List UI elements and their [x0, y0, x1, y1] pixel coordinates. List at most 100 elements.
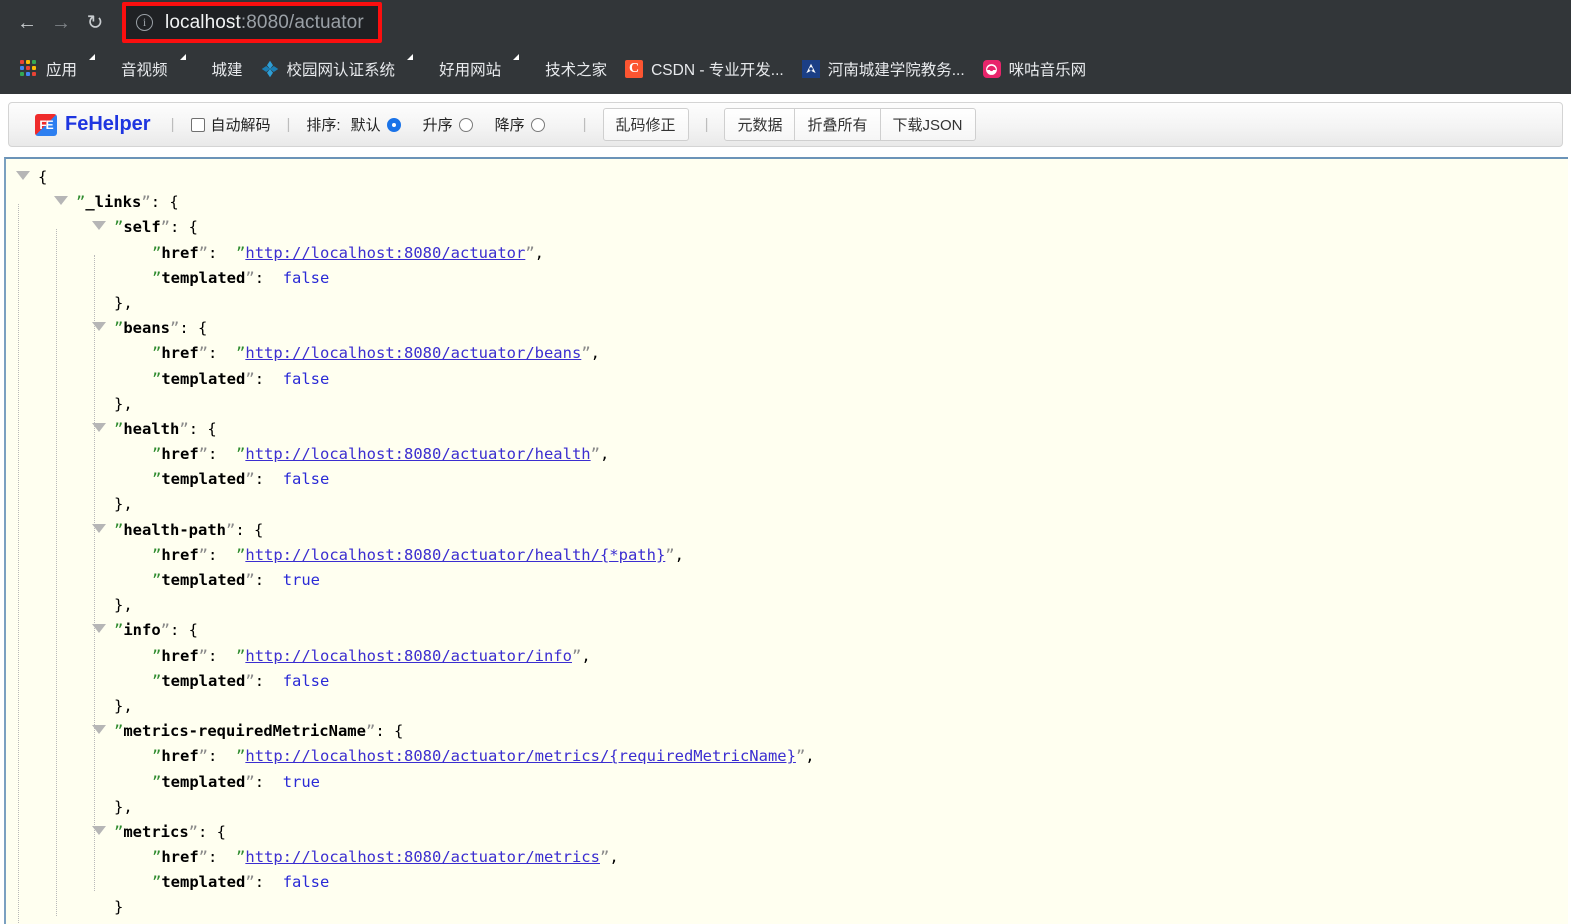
fehelper-toolbar: FE FeHelper | 自动解码 | 排序: 默认 升序 降序 | 乱码修正…	[8, 102, 1563, 147]
json-key: info	[123, 621, 161, 640]
json-key: href	[161, 747, 199, 766]
json-boolean-value: true	[282, 772, 321, 791]
metadata-button[interactable]: 元数据	[724, 108, 796, 141]
fehelper-logo-icon: FE	[35, 113, 57, 136]
collapse-triangle-icon[interactable]	[92, 518, 114, 543]
auto-decode-label: 自动解码	[210, 117, 271, 134]
collapse-triangle-icon[interactable]	[92, 417, 114, 442]
json-punctuation: },	[114, 394, 133, 413]
json-key: href	[161, 344, 199, 363]
collapse-triangle-icon[interactable]	[92, 316, 114, 341]
json-key: templated	[161, 369, 246, 388]
bookmark-item[interactable]: 好用网站	[405, 54, 509, 84]
fehelper-toolbar-container: FE FeHelper | 自动解码 | 排序: 默认 升序 降序 | 乱码修正…	[0, 94, 1571, 151]
json-line: }	[16, 895, 1568, 920]
radio-ascending-icon[interactable]	[458, 117, 473, 132]
bookmark-item[interactable]: C CSDN - 专业开发...	[617, 54, 792, 84]
site-info-icon[interactable]: i	[136, 14, 153, 31]
json-boolean-value: false	[282, 369, 330, 388]
json-line: ”templated”: false	[152, 671, 330, 690]
bookmark-item[interactable]: 音视频	[87, 54, 176, 84]
sort-option-default-label: 默认	[350, 117, 381, 134]
json-line: ”health”: {	[16, 417, 1568, 442]
sort-option-default[interactable]: 默认	[351, 114, 401, 135]
json-line: },	[16, 291, 1568, 316]
fix-garbled-button[interactable]: 乱码修正	[602, 108, 689, 141]
json-key: beans	[123, 319, 171, 338]
json-link-value[interactable]: http://localhost:8080/actuator/health	[245, 445, 590, 463]
radio-descending-icon[interactable]	[530, 117, 545, 132]
apps-grid-icon	[20, 60, 38, 78]
collapse-triangle-icon[interactable]	[92, 618, 114, 643]
json-key: href	[161, 646, 199, 665]
json-boolean-value: false	[282, 268, 330, 287]
fehelper-action-buttons: 元数据 折叠所有 下载JSON	[724, 108, 976, 141]
collapse-triangle-icon[interactable]	[16, 165, 38, 190]
collapse-triangle-icon[interactable]	[92, 719, 114, 744]
bookmark-item[interactable]: 咪咕音乐网	[975, 54, 1095, 84]
url-path: :8080/actuator	[240, 11, 364, 33]
bookmark-item[interactable]: 城建	[178, 54, 251, 84]
sort-option-descending-label: 降序	[494, 117, 525, 134]
bookmark-item[interactable]: 河南城建学院教务...	[794, 54, 973, 84]
folder-icon	[519, 60, 537, 78]
json-punctuation: }	[114, 898, 124, 917]
collapse-triangle-icon[interactable]	[92, 215, 114, 240]
json-line: }	[16, 921, 1568, 924]
bookmark-item[interactable]: 技术之家	[511, 54, 615, 84]
json-line: ”href”: ”http://localhost:8080/actuator”…	[152, 243, 545, 262]
json-viewer-panel[interactable]: {”_links”: {”self”: {”href”: ”http://loc…	[4, 157, 1568, 924]
json-key: metrics	[123, 822, 189, 841]
json-link-value[interactable]: http://localhost:8080/actuator	[245, 244, 525, 262]
json-key: self	[123, 218, 161, 237]
json-key: templated	[161, 268, 246, 287]
toolbar-divider-1: |	[170, 116, 175, 133]
json-link-value[interactable]: http://localhost:8080/actuator/metrics	[245, 848, 600, 866]
radio-default-icon[interactable]	[386, 117, 401, 132]
folder-icon	[186, 60, 204, 78]
checkbox-box[interactable]	[190, 117, 205, 132]
json-boolean-value: false	[282, 470, 330, 489]
json-key: templated	[161, 571, 246, 589]
folder-icon	[95, 60, 113, 78]
auto-decode-checkbox[interactable]: 自动解码	[190, 114, 271, 135]
json-link-value[interactable]: http://localhost:8080/actuator/metrics/{…	[245, 747, 796, 765]
sort-option-ascending[interactable]: 升序	[423, 114, 473, 135]
json-key: href	[161, 848, 199, 867]
json-link-value[interactable]: http://localhost:8080/actuator/health/{*…	[245, 546, 665, 564]
json-content: {”_links”: {”self”: {”href”: ”http://loc…	[6, 159, 1568, 924]
bookmark-item[interactable]: 应用	[12, 54, 85, 84]
address-bar[interactable]: i localhost:8080/actuator	[122, 2, 382, 43]
collapse-all-button[interactable]: 折叠所有	[795, 108, 881, 141]
bookmark-label: CSDN - 专业开发...	[651, 62, 784, 79]
migu-icon	[982, 60, 1001, 78]
url-host: localhost	[165, 11, 241, 33]
reload-icon[interactable]: ↻	[78, 6, 112, 40]
json-key: templated	[161, 470, 246, 489]
json-line: ”templated”: false	[152, 268, 330, 287]
sort-option-descending[interactable]: 降序	[495, 114, 545, 135]
toolbar-divider-3: |	[582, 116, 587, 133]
bookmark-label: 好用网站	[439, 62, 502, 79]
json-link-value[interactable]: http://localhost:8080/actuator/info	[245, 647, 572, 665]
json-line: ”href”: ”http://localhost:8080/actuator/…	[152, 545, 684, 564]
json-line: ”health-path”: {	[16, 518, 1568, 543]
json-line: ”templated”: false	[152, 369, 330, 388]
forward-icon[interactable]: →	[44, 6, 78, 40]
json-link-value[interactable]: http://localhost:8080/actuator/beans	[245, 344, 581, 362]
bookmark-item[interactable]: 校园网认证系统	[253, 54, 404, 84]
browser-chrome: ← → ↻ i localhost:8080/actuator	[0, 0, 1571, 45]
bookmark-label: 城建	[211, 62, 243, 79]
json-line: ”href”: ”http://localhost:8080/actuator/…	[152, 344, 600, 363]
json-line: ”href”: ”http://localhost:8080/actuator/…	[152, 848, 619, 867]
json-line: ”href”: ”http://localhost:8080/actuator/…	[152, 747, 815, 766]
back-icon[interactable]: ←	[10, 6, 44, 40]
collapse-triangle-icon[interactable]	[92, 820, 114, 845]
folder-icon	[413, 60, 431, 78]
sort-option-ascending-label: 升序	[422, 117, 453, 134]
collapse-triangle-icon[interactable]	[54, 190, 76, 215]
download-json-button[interactable]: 下载JSON	[880, 108, 976, 141]
json-key: _links	[85, 193, 142, 212]
json-key: metrics-requiredMetricName	[123, 722, 366, 741]
csdn-icon: C	[625, 60, 644, 78]
